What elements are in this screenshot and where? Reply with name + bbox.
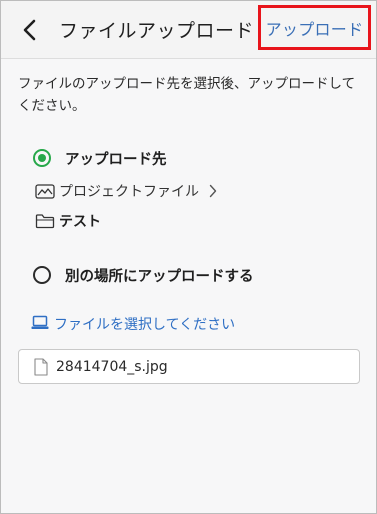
laptop-icon	[31, 315, 49, 334]
select-file-label: ファイルを選択してください	[54, 317, 236, 333]
back-button[interactable]	[15, 15, 45, 45]
instruction-text: ファイルのアップロード先を選択後、アップロードしてください。	[18, 76, 356, 114]
select-file-link[interactable]: ファイルを選択してください	[31, 314, 235, 334]
folder-label: テスト	[59, 214, 101, 230]
chevron-right-icon	[209, 184, 217, 198]
radio-other-destination[interactable]	[33, 266, 51, 284]
selected-file-name: 28414704_s.jpg	[56, 358, 168, 375]
header-bar: ファイルアップロード アップロード	[1, 1, 376, 59]
selected-folder: テスト	[35, 211, 101, 231]
upload-button-label: アップロード	[265, 19, 364, 39]
project-drive-icon	[35, 183, 55, 200]
folder-icon	[35, 213, 55, 229]
radio-default-destination[interactable]	[33, 149, 51, 167]
breadcrumb[interactable]: プロジェクトファイル	[35, 181, 217, 201]
selected-file-field[interactable]: 28414704_s.jpg	[18, 349, 360, 384]
upload-screen: ファイルアップロード アップロード ファイルのアップロード先を選択後、アップロー…	[0, 0, 377, 514]
radio-other-destination-label[interactable]: 別の場所にアップロードする	[65, 265, 254, 286]
file-icon	[34, 357, 48, 376]
radio-default-destination-label[interactable]: アップロード先	[65, 148, 167, 169]
page-title: ファイルアップロード	[59, 20, 255, 42]
chevron-left-icon	[15, 15, 45, 45]
upload-button[interactable]: アップロード	[258, 5, 371, 50]
breadcrumb-label: プロジェクトファイル	[59, 184, 199, 200]
